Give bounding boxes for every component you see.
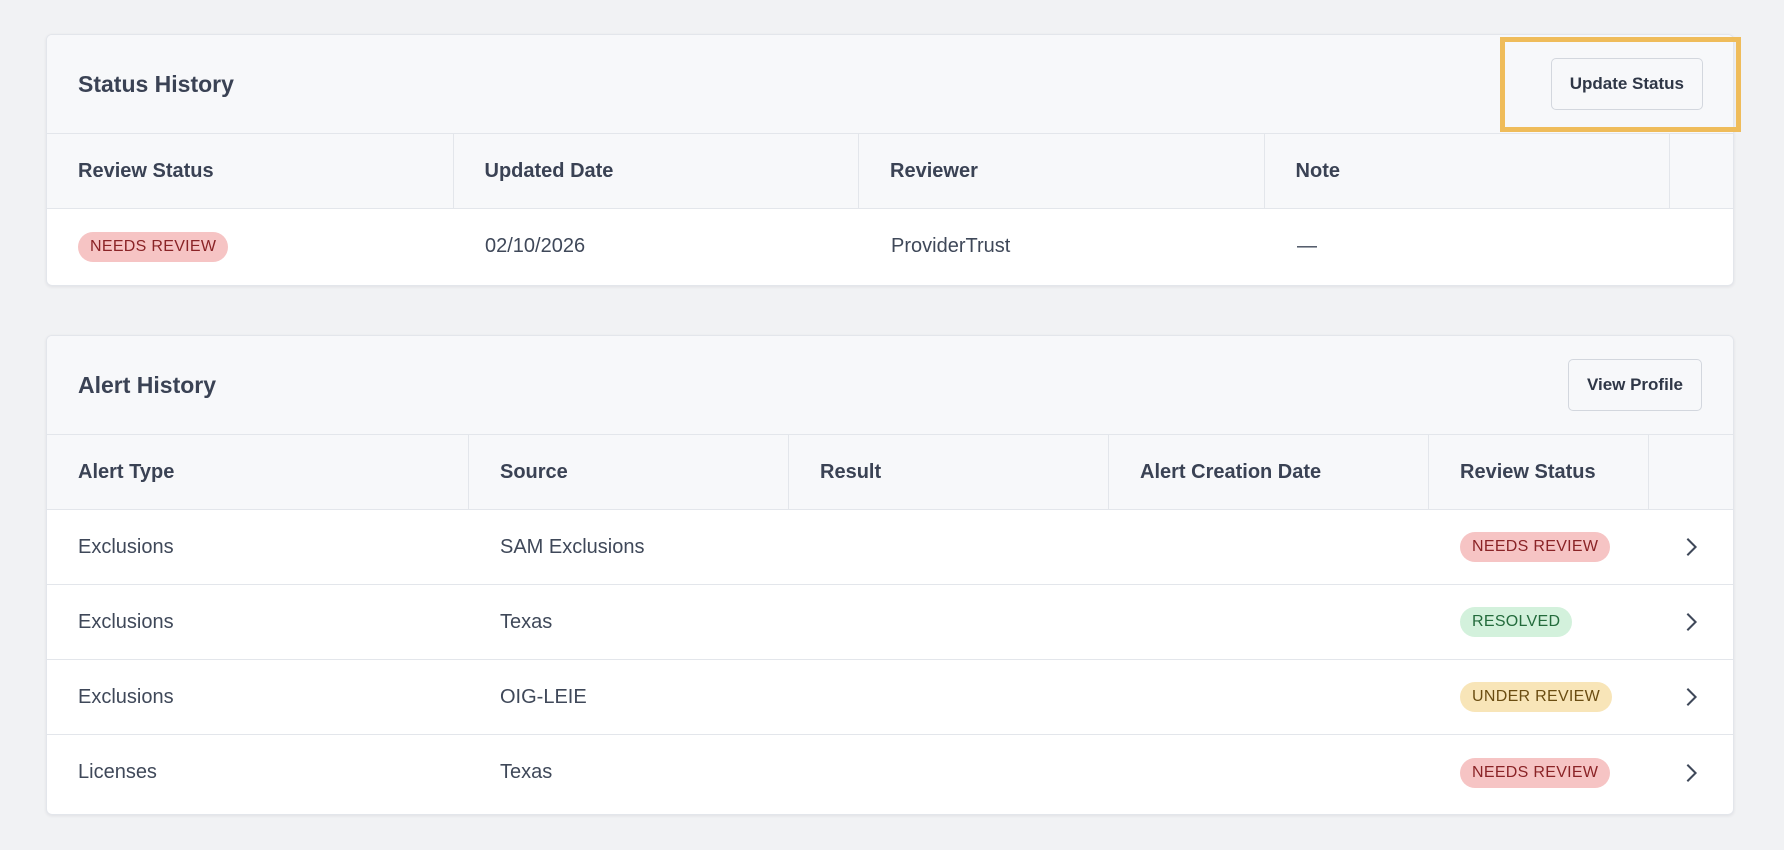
result-cell bbox=[789, 735, 1109, 810]
alert-creation-date-cell bbox=[1109, 735, 1429, 810]
alert-creation-date-cell bbox=[1109, 510, 1429, 584]
note-cell: — bbox=[1297, 235, 1317, 257]
result-cell bbox=[789, 660, 1109, 734]
view-profile-button[interactable]: View Profile bbox=[1567, 359, 1702, 411]
alert-history-header: Alert History View Profile bbox=[47, 336, 1733, 435]
alert-creation-date-cell bbox=[1109, 660, 1429, 734]
result-cell bbox=[789, 585, 1109, 659]
column-header-note[interactable]: Note bbox=[1265, 134, 1671, 208]
updated-date-cell: 02/10/2026 bbox=[485, 235, 586, 257]
alert-history-title: Alert History bbox=[78, 371, 217, 398]
chevron-right-icon[interactable] bbox=[1649, 510, 1733, 584]
status-badge: NEEDS REVIEW bbox=[78, 231, 229, 262]
alert-type-cell: Exclusions bbox=[78, 535, 174, 558]
column-header-reviewer[interactable]: Reviewer bbox=[859, 134, 1265, 208]
reviewer-cell: ProviderTrust bbox=[891, 235, 1011, 257]
status-history-header: Status History Update Status bbox=[47, 35, 1733, 134]
column-header-review-status[interactable]: Review Status bbox=[47, 134, 454, 208]
status-badge: NEEDS REVIEW bbox=[1460, 532, 1611, 562]
status-history-header-row: Review Status Updated Date Reviewer Note bbox=[47, 134, 1733, 209]
source-cell: OIG-LEIE bbox=[500, 685, 587, 708]
alert-type-cell: Exclusions bbox=[78, 685, 174, 708]
column-header-actions bbox=[1670, 134, 1733, 208]
alert-creation-date-cell bbox=[1109, 585, 1429, 659]
column-header-result[interactable]: Result bbox=[789, 435, 1109, 509]
source-cell: SAM Exclusions bbox=[500, 535, 645, 558]
chevron-right-icon[interactable] bbox=[1649, 735, 1733, 810]
column-header-actions bbox=[1649, 435, 1733, 509]
alert-history-header-row: Alert Type Source Result Alert Creation … bbox=[47, 435, 1733, 510]
chevron-right-icon[interactable] bbox=[1649, 660, 1733, 734]
alert-history-card: Alert History View Profile Alert Type So… bbox=[46, 335, 1734, 815]
result-cell bbox=[789, 510, 1109, 584]
table-row[interactable]: Exclusions SAM Exclusions NEEDS REVIEW bbox=[47, 510, 1733, 585]
table-row[interactable]: Exclusions Texas RESOLVED bbox=[47, 585, 1733, 660]
column-header-source[interactable]: Source bbox=[469, 435, 789, 509]
column-header-updated-date[interactable]: Updated Date bbox=[454, 134, 860, 208]
status-badge: UNDER REVIEW bbox=[1460, 682, 1613, 712]
chevron-right-icon[interactable] bbox=[1649, 585, 1733, 659]
table-row[interactable]: Exclusions OIG-LEIE UNDER REVIEW bbox=[47, 660, 1733, 735]
table-row[interactable]: Licenses Texas NEEDS REVIEW bbox=[47, 735, 1733, 810]
alert-type-cell: Exclusions bbox=[78, 610, 174, 633]
status-history-card: Status History Update Status Review Stat… bbox=[46, 34, 1734, 286]
alert-type-cell: Licenses bbox=[78, 761, 157, 783]
column-header-review-status[interactable]: Review Status bbox=[1429, 435, 1649, 509]
table-row[interactable]: NEEDS REVIEW 02/10/2026 ProviderTrust — bbox=[47, 209, 1733, 284]
source-cell: Texas bbox=[500, 610, 553, 633]
status-history-title: Status History bbox=[78, 70, 234, 97]
source-cell: Texas bbox=[500, 761, 553, 783]
column-header-alert-creation-date[interactable]: Alert Creation Date bbox=[1109, 435, 1429, 509]
status-badge: RESOLVED bbox=[1460, 607, 1573, 637]
column-header-alert-type[interactable]: Alert Type bbox=[47, 435, 469, 509]
status-badge: NEEDS REVIEW bbox=[1460, 757, 1611, 788]
update-status-button[interactable]: Update Status bbox=[1550, 58, 1703, 110]
